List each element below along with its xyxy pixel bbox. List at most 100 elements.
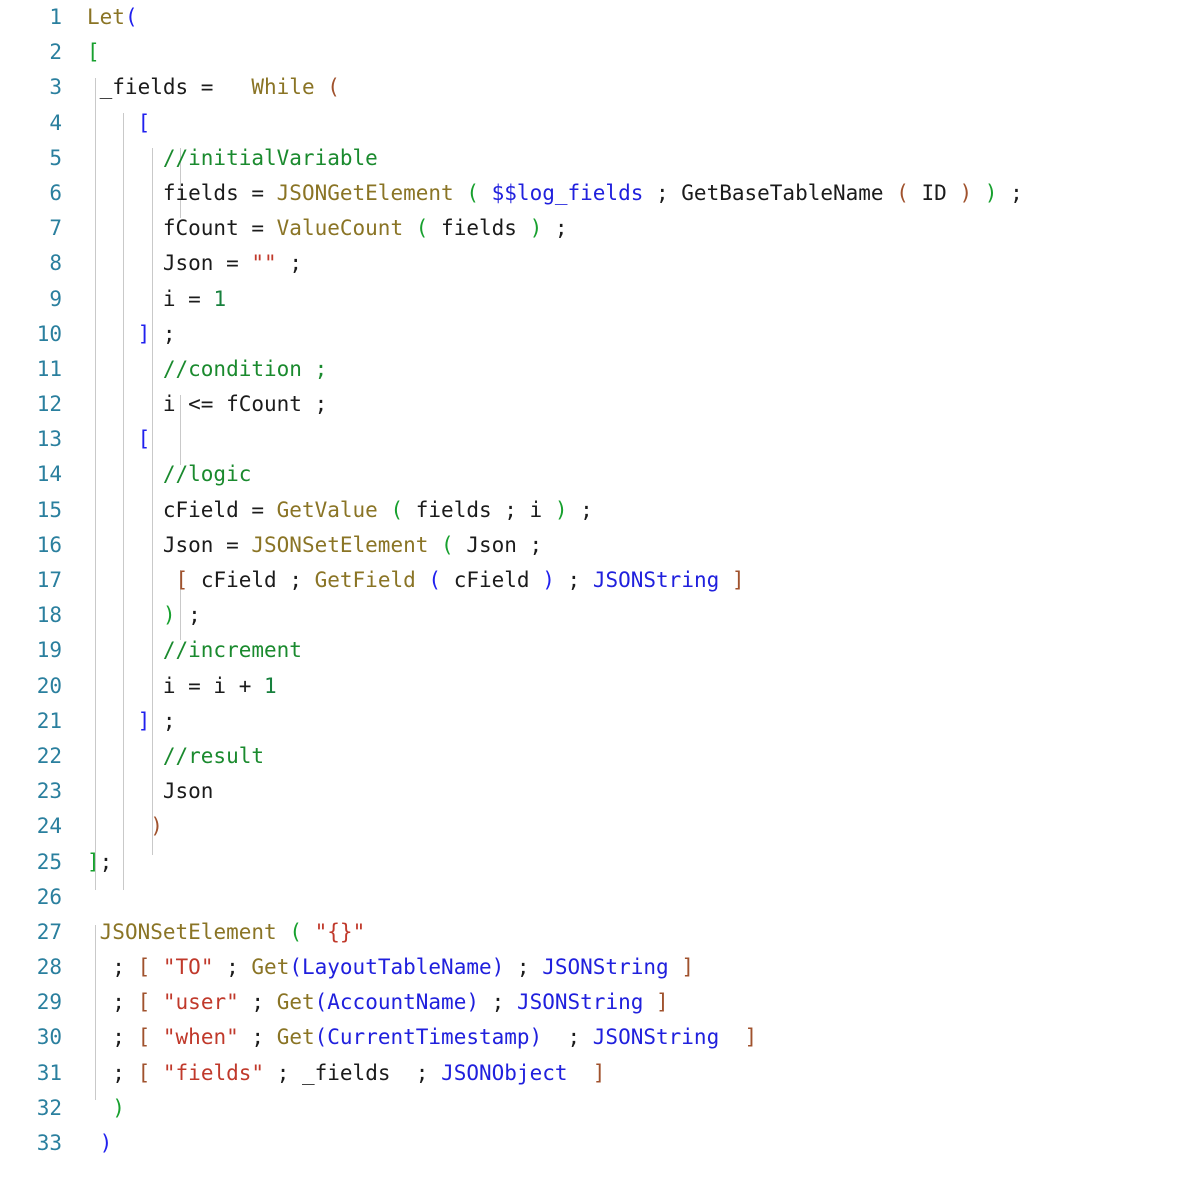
code-line[interactable]: 31 ; [ "fields" ; _fields ; JSONObject ] bbox=[0, 1056, 1200, 1091]
line-number: 4 bbox=[49, 110, 62, 135]
code-line[interactable]: 9 i = 1 bbox=[0, 282, 1200, 317]
code-line[interactable]: 33 ) bbox=[0, 1126, 1200, 1161]
code-line[interactable]: 26 bbox=[0, 880, 1200, 915]
line-source[interactable]: ] ; bbox=[62, 317, 1200, 352]
line-source[interactable]: //condition ; bbox=[62, 352, 1200, 387]
line-source[interactable]: i = 1 bbox=[62, 282, 1200, 317]
line-number: 3 bbox=[49, 75, 62, 100]
code-line[interactable]: 16 Json = JSONSetElement ( Json ; bbox=[0, 528, 1200, 563]
line-source[interactable]: Json = "" ; bbox=[62, 246, 1200, 281]
line-source[interactable]: //increment bbox=[62, 633, 1200, 668]
code-lines[interactable]: 1 Let( 2 [ 3 _fields = While ( 4 [ 5 //i… bbox=[0, 0, 1200, 1161]
line-number: 18 bbox=[36, 603, 62, 628]
line-number: 15 bbox=[36, 497, 62, 522]
line-number: 25 bbox=[36, 849, 62, 874]
line-number: 20 bbox=[36, 673, 62, 698]
code-line[interactable]: 5 //initialVariable bbox=[0, 141, 1200, 176]
line-number: 13 bbox=[36, 427, 62, 452]
line-number: 27 bbox=[36, 919, 62, 944]
code-line[interactable]: 15 cField = GetValue ( fields ; i ) ; bbox=[0, 493, 1200, 528]
code-line[interactable]: 18 ) ; bbox=[0, 598, 1200, 633]
line-number: 14 bbox=[36, 462, 62, 487]
line-source[interactable]: i = i + 1 bbox=[62, 669, 1200, 704]
code-line[interactable]: 1 Let( bbox=[0, 0, 1200, 35]
line-source[interactable]: ; [ "when" ; Get(CurrentTimestamp) ; JSO… bbox=[62, 1020, 1200, 1055]
code-line[interactable]: 2 [ bbox=[0, 35, 1200, 70]
line-source[interactable]: cField = GetValue ( fields ; i ) ; bbox=[62, 493, 1200, 528]
line-source[interactable]: //logic bbox=[62, 457, 1200, 492]
line-number: 24 bbox=[36, 814, 62, 839]
line-number: 28 bbox=[36, 955, 62, 980]
line-number: 17 bbox=[36, 568, 62, 592]
line-number: 7 bbox=[49, 216, 62, 241]
line-number: 16 bbox=[36, 532, 62, 557]
line-source[interactable]: ) bbox=[62, 809, 1200, 844]
line-number: 12 bbox=[36, 392, 62, 417]
line-source[interactable]: ] ; bbox=[62, 704, 1200, 739]
line-source[interactable]: ; [ "TO" ; Get(LayoutTableName) ; JSONSt… bbox=[62, 950, 1200, 985]
line-source[interactable]: ) bbox=[62, 1091, 1200, 1126]
code-line[interactable]: 6 fields = JSONGetElement ( $$log_fields… bbox=[0, 176, 1200, 211]
code-line[interactable]: 4 [ bbox=[0, 106, 1200, 141]
code-line[interactable]: 22 //result bbox=[0, 739, 1200, 774]
line-number: 23 bbox=[36, 779, 62, 804]
code-line[interactable]: 3 _fields = While ( bbox=[0, 70, 1200, 105]
code-line[interactable]: 25 ]; bbox=[0, 845, 1200, 880]
line-number: 21 bbox=[36, 708, 62, 733]
code-line[interactable]: 12 i <= fCount ; bbox=[0, 387, 1200, 422]
line-number: 22 bbox=[36, 743, 62, 768]
line-source[interactable]: [ bbox=[62, 35, 1200, 70]
line-number: 29 bbox=[36, 990, 62, 1015]
line-number: 26 bbox=[36, 884, 62, 909]
line-source[interactable]: [ bbox=[62, 106, 1200, 141]
line-source[interactable]: ]; bbox=[62, 845, 1200, 880]
line-number: 32 bbox=[36, 1095, 62, 1120]
line-source[interactable]: fields = JSONGetElement ( $$log_fields ;… bbox=[62, 176, 1200, 211]
code-line[interactable]: 27 JSONSetElement ( "{}" bbox=[0, 915, 1200, 950]
line-number: 8 bbox=[49, 251, 62, 276]
line-number: 30 bbox=[36, 1025, 62, 1050]
code-line[interactable]: 17 [ cField ; GetField ( cField ) ; JSON… bbox=[0, 563, 1200, 598]
line-source[interactable]: Json = JSONSetElement ( Json ; bbox=[62, 528, 1200, 563]
line-source[interactable]: ) ; bbox=[62, 598, 1200, 633]
line-source[interactable]: JSONSetElement ( "{}" bbox=[62, 915, 1200, 950]
line-source[interactable]: ; [ "fields" ; _fields ; JSONObject ] bbox=[62, 1056, 1200, 1091]
line-number: 31 bbox=[36, 1060, 62, 1085]
line-source[interactable]: //initialVariable bbox=[62, 141, 1200, 176]
code-line[interactable]: 28 ; [ "TO" ; Get(LayoutTableName) ; JSO… bbox=[0, 950, 1200, 985]
code-line[interactable]: 21 ] ; bbox=[0, 704, 1200, 739]
code-line[interactable]: 14 //logic bbox=[0, 457, 1200, 492]
line-source[interactable]: Json bbox=[62, 774, 1200, 809]
line-number: 9 bbox=[49, 286, 62, 311]
code-line[interactable]: 20 i = i + 1 bbox=[0, 669, 1200, 704]
line-source[interactable]: [ bbox=[62, 422, 1200, 457]
code-line[interactable]: 30 ; [ "when" ; Get(CurrentTimestamp) ; … bbox=[0, 1020, 1200, 1055]
line-number: 6 bbox=[49, 180, 62, 205]
line-number: 10 bbox=[36, 321, 62, 346]
code-line[interactable]: 7 fCount = ValueCount ( fields ) ; bbox=[0, 211, 1200, 246]
line-number: 33 bbox=[36, 1131, 62, 1155]
code-line[interactable]: 29 ; [ "user" ; Get(AccountName) ; JSONS… bbox=[0, 985, 1200, 1020]
line-source[interactable]: //result bbox=[62, 739, 1200, 774]
line-source[interactable]: [ cField ; GetField ( cField ) ; JSONStr… bbox=[62, 563, 1200, 598]
code-line[interactable]: 32 ) bbox=[0, 1091, 1200, 1126]
code-line[interactable]: 23 Json bbox=[0, 774, 1200, 809]
line-source[interactable]: ; [ "user" ; Get(AccountName) ; JSONStri… bbox=[62, 985, 1200, 1020]
line-number: 11 bbox=[36, 356, 62, 381]
code-line[interactable]: 10 ] ; bbox=[0, 317, 1200, 352]
code-line[interactable]: 13 [ bbox=[0, 422, 1200, 457]
code-line[interactable]: 11 //condition ; bbox=[0, 352, 1200, 387]
code-line[interactable]: 8 Json = "" ; bbox=[0, 246, 1200, 281]
line-number: 1 bbox=[49, 5, 62, 29]
line-number: 2 bbox=[49, 40, 62, 65]
code-line[interactable]: 19 //increment bbox=[0, 633, 1200, 668]
code-editor[interactable]: 1 Let( 2 [ 3 _fields = While ( 4 [ 5 //i… bbox=[0, 0, 1200, 1203]
line-source[interactable]: ) bbox=[62, 1126, 1200, 1161]
line-source[interactable]: i <= fCount ; bbox=[62, 387, 1200, 422]
line-source[interactable]: Let( bbox=[62, 0, 1200, 35]
line-source[interactable]: _fields = While ( bbox=[62, 70, 1200, 105]
line-number: 5 bbox=[49, 145, 62, 170]
line-source[interactable] bbox=[62, 880, 1200, 915]
code-line[interactable]: 24 ) bbox=[0, 809, 1200, 844]
line-source[interactable]: fCount = ValueCount ( fields ) ; bbox=[62, 211, 1200, 246]
